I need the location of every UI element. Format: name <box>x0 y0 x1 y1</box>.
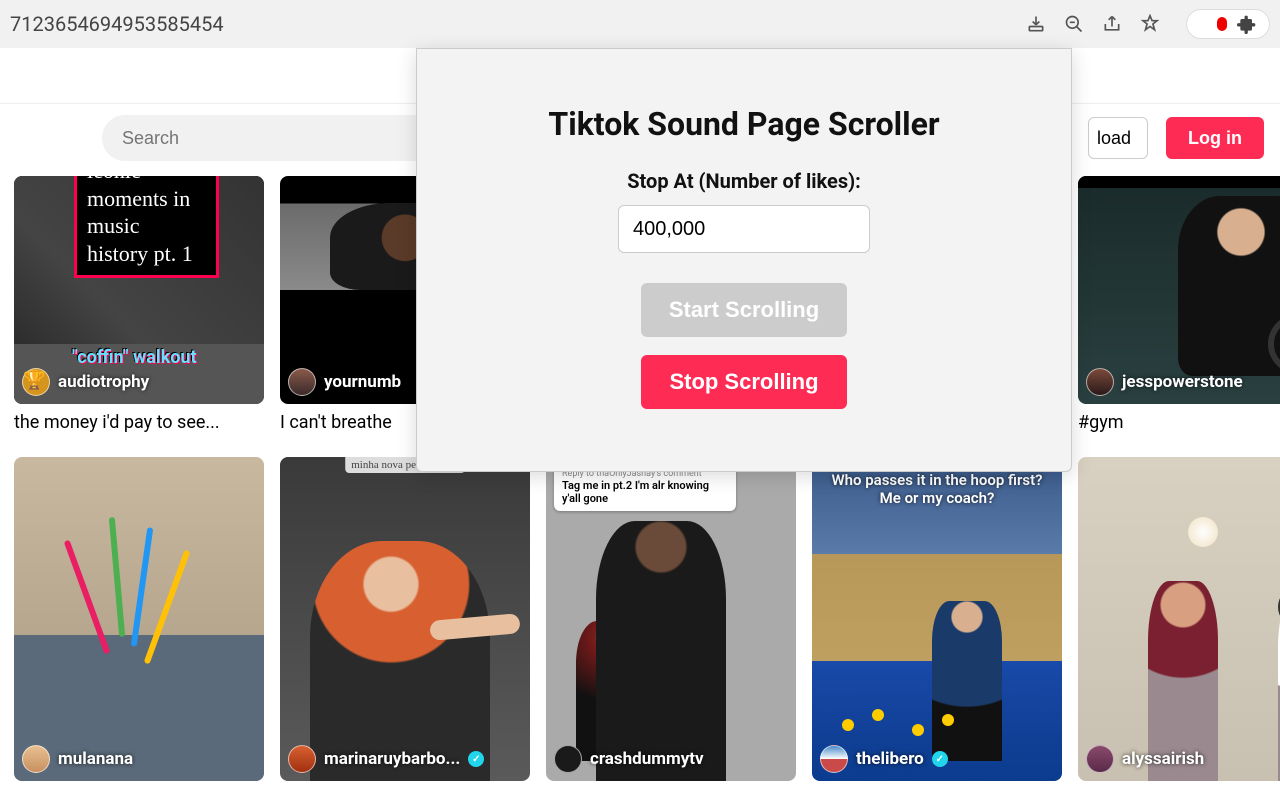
popup-title: Tiktok Sound Page Scroller <box>441 105 1047 143</box>
video-card[interactable]: Reply to thaOnlyJashay's comment Tag me … <box>546 457 796 781</box>
video-card[interactable]: alyssairish <box>1078 457 1280 781</box>
verified-badge-icon <box>468 751 484 767</box>
video-thumbnail[interactable]: minha nova personagem marinaruybarbo... <box>280 457 530 781</box>
username: crashdummytv <box>590 749 704 769</box>
video-card[interactable]: iconic moments in music history pt. 1 "c… <box>14 176 264 433</box>
stop-at-input[interactable] <box>618 205 870 253</box>
recording-indicator-icon <box>1217 17 1227 31</box>
video-card[interactable]: jesspowerstone #gym <box>1078 176 1280 433</box>
username: jesspowerstone <box>1122 372 1243 392</box>
search-input[interactable] <box>122 128 462 149</box>
username: thelibero <box>856 749 924 769</box>
verified-badge-icon <box>932 751 948 767</box>
video-thumbnail[interactable]: jesspowerstone <box>1078 176 1280 404</box>
avatar <box>1086 368 1114 396</box>
overlay-title: iconic moments in music history pt. 1 <box>74 176 219 278</box>
avatar <box>288 368 316 396</box>
install-icon[interactable] <box>1026 14 1046 34</box>
extension-pill[interactable] <box>1186 9 1270 39</box>
username: alyssairish <box>1122 749 1204 769</box>
video-thumbnail[interactable]: alyssairish <box>1078 457 1280 781</box>
avatar <box>1086 745 1114 773</box>
stop-at-label: Stop At (Number of likes): <box>441 169 1047 193</box>
avatar <box>288 745 316 773</box>
video-card[interactable]: mulanana <box>14 457 264 781</box>
video-thumbnail[interactable]: Who passes it in the hoop first? Me or m… <box>812 457 1062 781</box>
stop-scrolling-button[interactable]: Stop Scrolling <box>641 355 846 409</box>
overlay-text: Who passes it in the hoop first? Me or m… <box>826 471 1048 507</box>
video-thumbnail[interactable]: iconic moments in music history pt. 1 "c… <box>14 176 264 404</box>
username: mulanana <box>58 749 133 769</box>
extension-popup: Tiktok Sound Page Scroller Stop At (Numb… <box>416 48 1072 472</box>
username: audiotrophy <box>58 372 149 392</box>
start-scrolling-button[interactable]: Start Scrolling <box>641 283 847 337</box>
extensions-icon[interactable] <box>1237 14 1257 34</box>
username: yournumb <box>324 372 401 392</box>
video-caption: #gym <box>1078 412 1280 433</box>
avatar <box>554 745 582 773</box>
video-thumbnail[interactable]: Reply to thaOnlyJashay's comment Tag me … <box>546 457 796 781</box>
avatar <box>820 745 848 773</box>
upload-button[interactable]: load <box>1088 117 1148 159</box>
video-caption: the money i'd pay to see... <box>14 412 264 433</box>
video-card[interactable]: Who passes it in the hoop first? Me or m… <box>812 457 1062 781</box>
zoom-out-icon[interactable] <box>1064 14 1084 34</box>
bookmark-star-icon[interactable] <box>1140 14 1160 34</box>
video-thumbnail[interactable]: mulanana <box>14 457 264 781</box>
url-bar[interactable]: 7123654694953585454 <box>10 12 1026 36</box>
browser-chrome: 7123654694953585454 <box>0 0 1280 48</box>
share-icon[interactable] <box>1102 14 1122 34</box>
login-button[interactable]: Log in <box>1166 117 1264 159</box>
video-card[interactable]: minha nova personagem marinaruybarbo... <box>280 457 530 781</box>
avatar <box>22 368 50 396</box>
username: marinaruybarbo... <box>324 749 460 769</box>
overlay-subtitle: "coffin" walkout <box>72 347 197 368</box>
avatar <box>22 745 50 773</box>
